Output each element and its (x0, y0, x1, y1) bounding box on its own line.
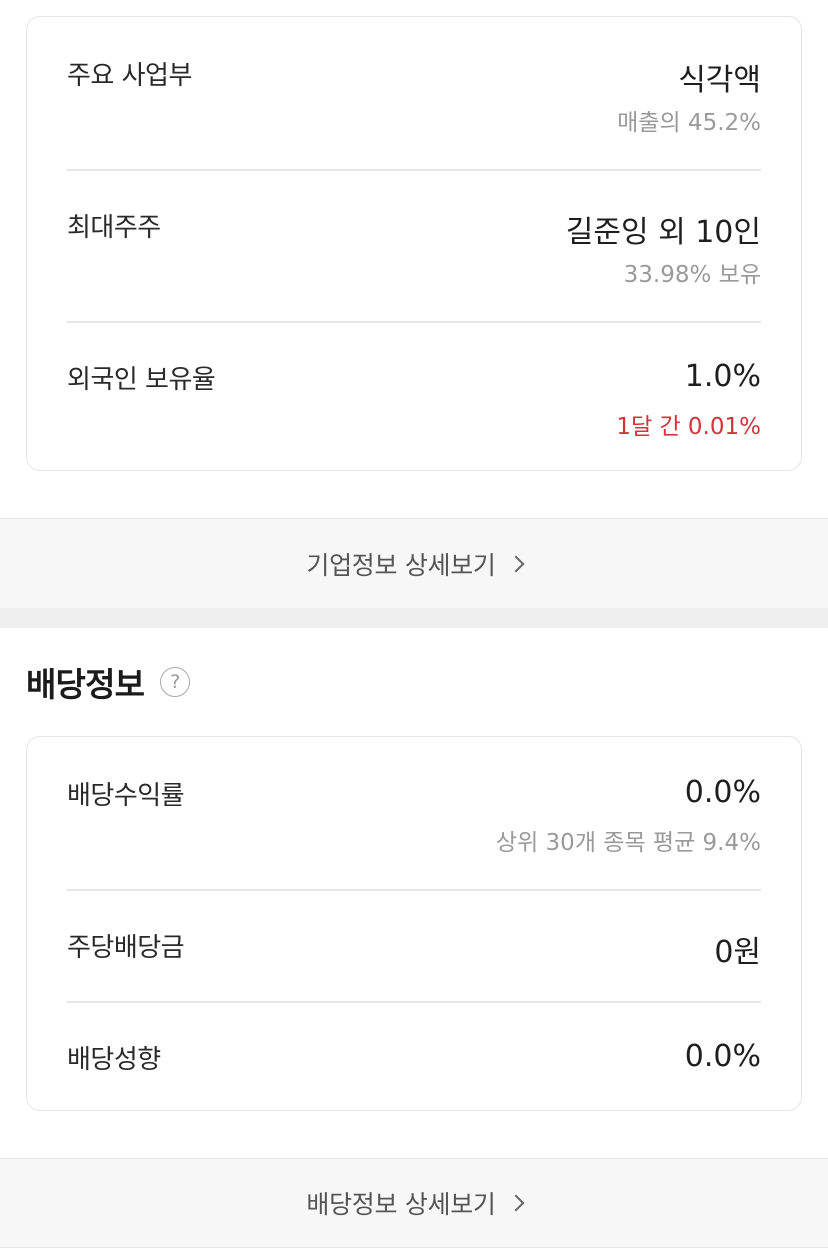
divider (67, 169, 761, 171)
dividend-info-more-label: 배당정보 상세보기 (306, 1190, 496, 1219)
dividend-per-share-value: 0원 (714, 935, 761, 970)
divider (67, 1001, 761, 1003)
largest-shareholder-sub: 33.98% 보유 (623, 262, 761, 288)
dividend-info-more-button[interactable]: 배당정보 상세보기 (0, 1158, 828, 1248)
dividend-section-header: 배당정보 ? (26, 658, 191, 706)
foreign-ownership-change: 1달 간 0.01% (616, 414, 761, 440)
company-info-more-label: 기업정보 상세보기 (306, 550, 496, 580)
dividend-yield-value: 0.0% (684, 775, 761, 810)
dividend-section-title: 배당정보 (26, 665, 145, 704)
company-info-more-button[interactable]: 기업정보 상세보기 (0, 518, 828, 608)
section-separator (0, 608, 828, 628)
dividend-info-card: 배당수익률 0.0% 상위 30개 종목 평균 9.4% 주당배당금 0원 배당… (26, 736, 802, 1111)
dividend-per-share-label: 주당배당금 (67, 933, 185, 963)
stock-detail-page: 주요 사업부 식각액 매출의 45.2% 최대주주 길준잉 외 10인 33.9… (0, 0, 828, 1252)
main-business-sub: 매출의 45.2% (617, 110, 761, 136)
largest-shareholder-label: 최대주주 (67, 213, 161, 243)
foreign-ownership-label: 외국인 보유율 (67, 365, 216, 395)
divider (67, 321, 761, 323)
chevron-right-icon (507, 555, 525, 572)
foreign-ownership-value: 1.0% (684, 359, 761, 394)
payout-ratio-label: 배당성향 (67, 1045, 161, 1075)
dividend-yield-sub: 상위 30개 종목 평균 9.4% (495, 830, 761, 856)
main-business-value: 식각액 (678, 63, 761, 98)
company-info-card: 주요 사업부 식각액 매출의 45.2% 최대주주 길준잉 외 10인 33.9… (26, 16, 802, 471)
payout-ratio-value: 0.0% (684, 1039, 761, 1074)
largest-shareholder-value: 길준잉 외 10인 (565, 215, 761, 250)
dividend-yield-label: 배당수익률 (67, 781, 185, 811)
chevron-right-icon (507, 1194, 525, 1212)
main-business-label: 주요 사업부 (67, 61, 192, 91)
divider (67, 889, 761, 891)
help-icon[interactable]: ? (160, 667, 191, 697)
